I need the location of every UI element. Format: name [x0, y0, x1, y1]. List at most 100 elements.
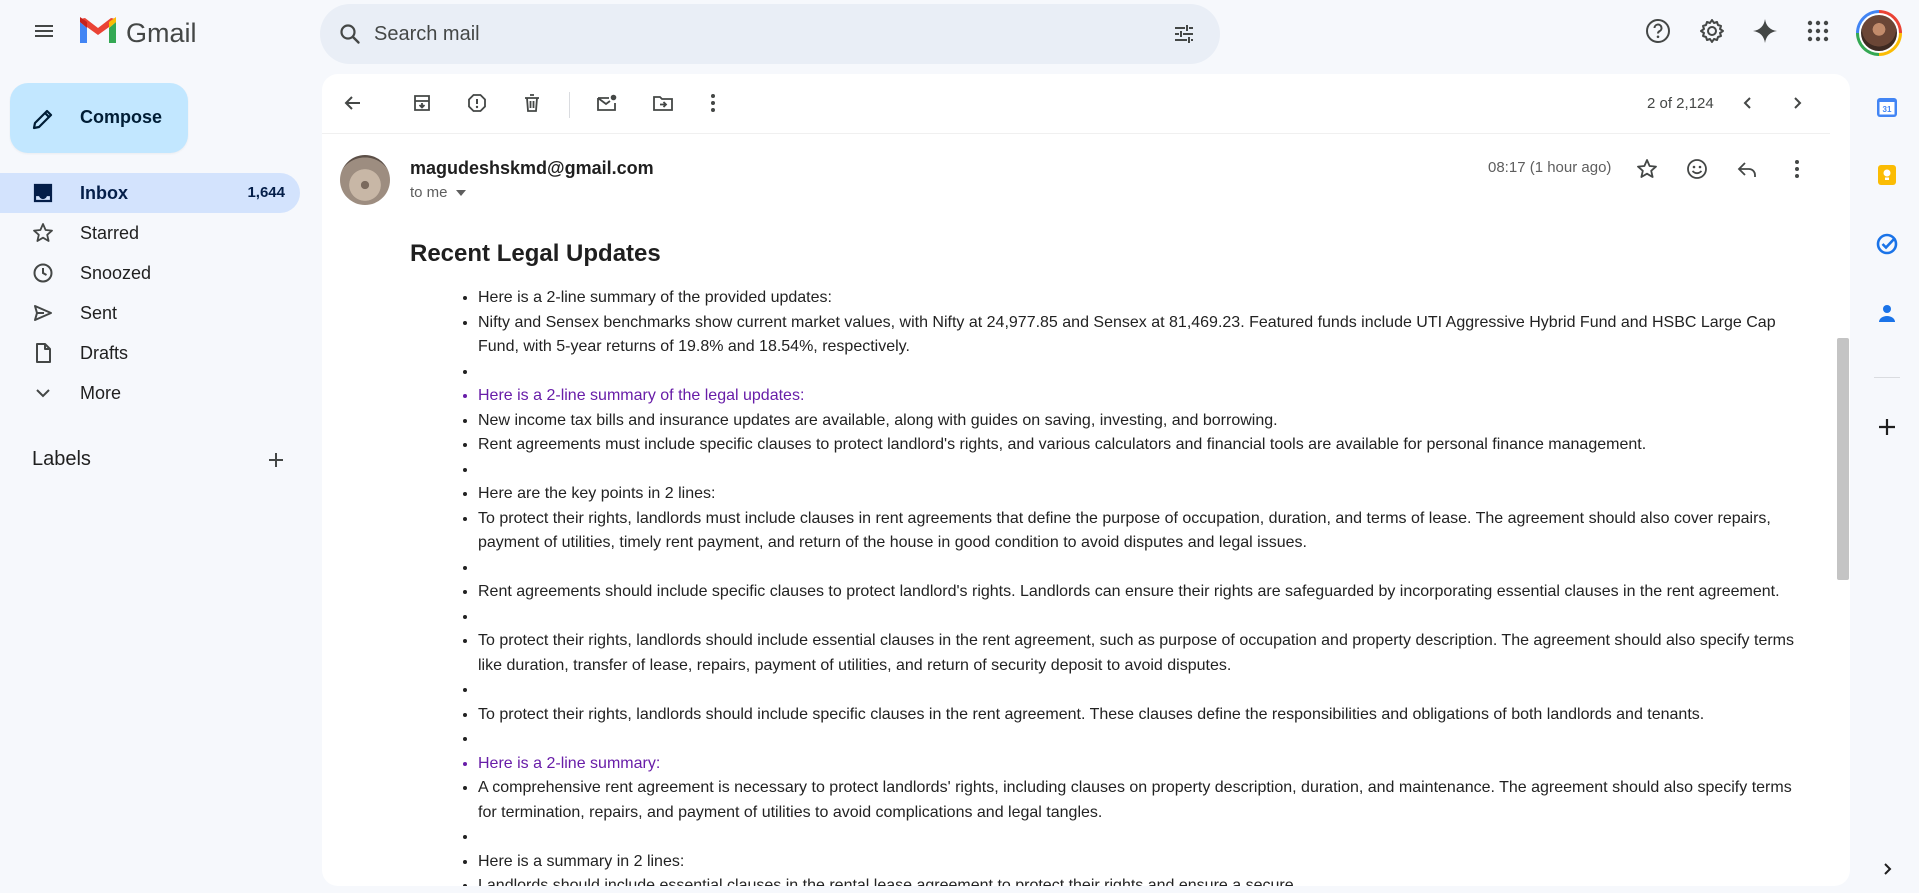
more-actions-button[interactable]: [696, 88, 730, 122]
archive-icon: [412, 93, 432, 118]
svg-text:31: 31: [1883, 105, 1892, 114]
message-body: Recent Legal Updates Here is a 2-line su…: [410, 240, 1810, 886]
message-toolbar: 2 of 2,124: [322, 74, 1830, 134]
sidebar-nav: Inbox 1,644 Starred Snoozed Sent Drafts …: [0, 173, 300, 413]
summary-list-item: [478, 458, 1810, 483]
star-icon: [1636, 158, 1658, 185]
summary-list-item: [478, 727, 1810, 752]
reply-icon: [1736, 158, 1758, 185]
main-menu-button[interactable]: [20, 13, 68, 53]
message-subject: Recent Legal Updates: [410, 240, 661, 267]
trash-icon: [522, 93, 542, 118]
search-input[interactable]: [374, 19, 1074, 49]
recipient-details[interactable]: to me: [410, 184, 466, 201]
compose-label: Compose: [80, 107, 163, 127]
arrow-left-icon: [343, 93, 363, 118]
message-more-button[interactable]: [1780, 154, 1814, 188]
summary-list-item: Here is a 2-line summary of the provided…: [478, 286, 1810, 311]
search-options-icon[interactable]: [1168, 18, 1200, 50]
newer-button[interactable]: [1731, 88, 1765, 122]
sender-email[interactable]: magudeshskmd@gmail.com: [410, 158, 654, 179]
avatar-image: [1859, 13, 1899, 53]
inbox-icon: [32, 182, 54, 204]
message-timestamp: 08:17 (1 hour ago): [1488, 159, 1612, 176]
tasks-app-button[interactable]: [1872, 231, 1902, 261]
star-button[interactable]: [1630, 154, 1664, 188]
emoji-reaction-button[interactable]: [1680, 154, 1714, 188]
summary-list-item: Rent agreements should include specific …: [478, 580, 1810, 605]
sidebar-item-inbox[interactable]: Inbox 1,644: [0, 173, 300, 213]
scrollbar-thumb[interactable]: [1837, 338, 1849, 580]
summary-list-item: [478, 825, 1810, 850]
message-view: 2 of 2,124 magudeshskmd@gmail.com to me …: [322, 74, 1850, 886]
compose-button[interactable]: Compose: [10, 83, 188, 153]
gmail-logo[interactable]: Gmail: [78, 14, 197, 52]
sidebar-item-sent[interactable]: Sent: [0, 293, 300, 333]
app-name: Gmail: [126, 17, 197, 48]
gear-icon: [1698, 17, 1726, 50]
summary-list: Here is a 2-line summary of the provided…: [410, 286, 1810, 886]
summary-list-item: Landlords should include essential claus…: [478, 874, 1810, 886]
sidebar-item-starred[interactable]: Starred: [0, 213, 300, 253]
more-vert-icon: [710, 93, 716, 118]
move-to-button[interactable]: [646, 88, 680, 122]
sidebar-item-label: Snoozed: [80, 263, 152, 283]
pagination-count: 2 of 2,124: [1647, 95, 1714, 112]
mark-unread-button[interactable]: [590, 88, 624, 122]
summary-list-item: To protect their rights, landlords shoul…: [478, 703, 1810, 728]
get-addons-button[interactable]: [1872, 414, 1902, 444]
calendar-app-button[interactable]: 31: [1872, 94, 1902, 124]
unread-count: 1,644: [247, 184, 285, 201]
contacts-app-button[interactable]: [1872, 300, 1902, 330]
rail-divider: [1874, 377, 1900, 378]
hamburger-menu-icon: [32, 19, 56, 48]
create-label-button[interactable]: [262, 448, 290, 476]
older-button[interactable]: [1780, 88, 1814, 122]
account-avatar[interactable]: [1856, 10, 1902, 56]
sender-avatar[interactable]: [340, 155, 390, 205]
chevron-left-icon: [1740, 95, 1756, 116]
tasks-icon: [1875, 232, 1899, 261]
gemini-button[interactable]: [1745, 13, 1785, 53]
summary-list-item: Here are the key points in 2 lines:: [478, 482, 1810, 507]
toolbar-divider: [569, 92, 570, 118]
summary-list-item: Nifty and Sensex benchmarks show current…: [478, 311, 1810, 360]
sidebar-item-label: Drafts: [80, 343, 129, 363]
contacts-icon: [1875, 301, 1899, 330]
draft-icon: [32, 342, 54, 364]
summary-list-item: Here is a 2-line summary:: [478, 752, 1810, 777]
search-bar[interactable]: [320, 4, 1220, 64]
keep-app-button[interactable]: [1872, 162, 1902, 192]
report-icon: [467, 93, 487, 118]
report-spam-button[interactable]: [460, 88, 494, 122]
sidebar-item-drafts[interactable]: Drafts: [0, 333, 300, 373]
back-button[interactable]: [336, 88, 370, 122]
star-icon: [32, 222, 54, 244]
support-button[interactable]: [1638, 13, 1678, 53]
summary-list-item: A comprehensive rent agreement is necess…: [478, 776, 1810, 825]
sidebar-item-more[interactable]: More: [0, 373, 300, 413]
archive-button[interactable]: [405, 88, 439, 122]
chevron-right-icon: [1789, 95, 1805, 116]
caret-down-icon: [455, 189, 466, 196]
summary-list-item: Here is a summary in 2 lines:: [478, 850, 1810, 875]
pencil-icon: [30, 106, 56, 132]
apps-button[interactable]: [1798, 13, 1838, 53]
sidebar-item-label: Inbox: [80, 183, 128, 203]
labels-header: Labels: [32, 448, 91, 470]
sidebar-item-snoozed[interactable]: Snoozed: [0, 253, 300, 293]
side-panel-rail: 31: [1862, 74, 1912, 893]
reply-button[interactable]: [1730, 154, 1764, 188]
settings-button[interactable]: [1692, 13, 1732, 53]
move-folder-icon: [652, 93, 674, 118]
summary-list-item: Here is a 2-line summary of the legal up…: [478, 384, 1810, 409]
sidebar-item-label: More: [80, 383, 122, 403]
search-icon[interactable]: [334, 18, 366, 50]
show-side-panel-button[interactable]: [1872, 856, 1902, 886]
delete-button[interactable]: [515, 88, 549, 122]
sidebar-item-label: Sent: [80, 303, 118, 323]
mark-unread-icon: [596, 93, 618, 118]
clock-icon: [32, 262, 54, 284]
plus-icon: [1877, 417, 1897, 442]
smiley-icon: [1686, 158, 1708, 185]
